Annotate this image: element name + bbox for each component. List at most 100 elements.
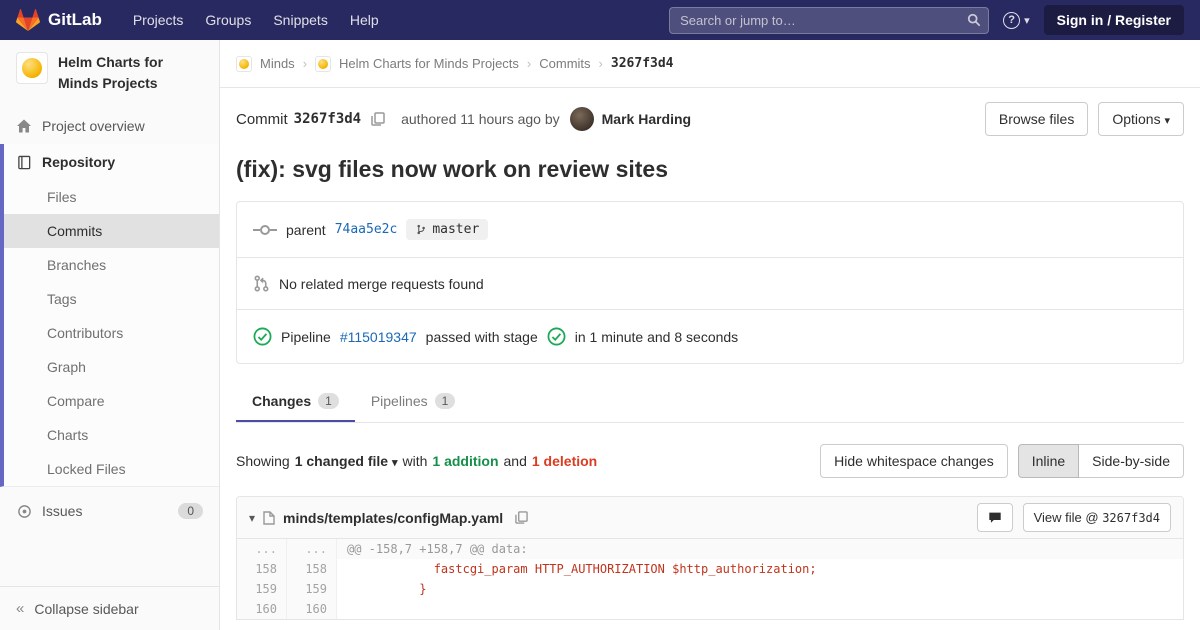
pipeline-row: Pipeline #115019347 passed with stage in… — [237, 310, 1183, 363]
branch-name: master — [432, 222, 480, 237]
commit-title: (fix): svg files now work on review site… — [236, 156, 669, 182]
copy-path-button[interactable] — [511, 509, 532, 526]
new-line-number[interactable]: 158 — [287, 559, 337, 579]
menu-snippets[interactable]: Snippets — [262, 0, 338, 40]
sidebar-item-commits[interactable]: Commits — [4, 214, 219, 248]
issues-icon — [16, 504, 32, 519]
menu-groups[interactable]: Groups — [194, 0, 262, 40]
parent-sha-link[interactable]: 74aa5e2c — [335, 222, 398, 237]
search-icon[interactable] — [967, 13, 981, 30]
author-avatar[interactable] — [569, 107, 594, 131]
copy-sha-button[interactable] — [367, 110, 389, 128]
tab-changes[interactable]: Changes 1 — [236, 380, 355, 422]
diff-line-row: 159 159 } — [237, 579, 1183, 599]
project-avatar-small — [315, 55, 332, 72]
sidebar-item-repository[interactable]: Repository — [4, 144, 219, 180]
pipelines-count-badge: 1 — [434, 393, 456, 409]
gitlab-logo[interactable]: GitLab — [16, 8, 102, 32]
merge-request-row: No related merge requests found — [237, 258, 1183, 310]
sidebar-item-label: Issues — [42, 503, 83, 519]
breadcrumb-group[interactable]: Minds — [260, 56, 295, 71]
collapse-diff-icon[interactable]: ▾ — [249, 511, 255, 525]
additions-count: 1 addition — [432, 453, 499, 469]
diff-filename[interactable]: minds/templates/configMap.yaml — [283, 510, 503, 526]
sidebar-item-locked-files[interactable]: Locked Files — [4, 452, 219, 486]
author-name[interactable]: Mark Harding — [602, 111, 691, 127]
branch-badge[interactable]: master — [406, 219, 489, 240]
search-container — [669, 6, 990, 34]
breadcrumb-commits[interactable]: Commits — [539, 56, 590, 71]
sidebar-item-files[interactable]: Files — [4, 180, 219, 214]
chevron-down-icon: ▾ — [391, 457, 398, 469]
diff-hunk-row: ... ... @@ -158,7 +158,7 @@ data: — [237, 539, 1183, 559]
old-line-number[interactable]: 159 — [237, 579, 287, 599]
main-menu: Projects Groups Snippets Help — [122, 0, 390, 40]
breadcrumb: Minds › Helm Charts for Minds Projects ›… — [220, 40, 1200, 88]
collapse-sidebar-button[interactable]: « Collapse sidebar — [0, 586, 219, 630]
merge-request-icon — [253, 275, 270, 292]
comment-button[interactable] — [976, 503, 1013, 532]
breadcrumb-separator: › — [598, 56, 603, 71]
view-file-button[interactable]: View file @ 3267f3d4 — [1022, 503, 1171, 532]
help-dropdown[interactable]: ? ▾ — [1003, 11, 1030, 29]
commit-label: Commit — [236, 110, 288, 128]
breadcrumb-project[interactable]: Helm Charts for Minds Projects — [339, 56, 519, 71]
inline-view-button[interactable]: Inline — [1017, 444, 1080, 478]
view-file-sha: 3267f3d4 — [1102, 511, 1160, 525]
file-icon — [263, 510, 275, 525]
project-context[interactable]: Helm Charts for Minds Projects — [0, 40, 219, 108]
commit-sha: 3267f3d4 — [293, 111, 362, 127]
old-line-number[interactable]: 158 — [237, 559, 287, 579]
branch-icon — [415, 223, 427, 236]
deletions-count: 1 deletion — [531, 453, 598, 469]
commit-tabs: Changes 1 Pipelines 1 — [236, 380, 1184, 423]
hide-whitespace-button[interactable]: Hide whitespace changes — [820, 444, 1008, 478]
breadcrumb-separator: › — [302, 56, 308, 71]
tanuki-icon — [16, 8, 40, 32]
sign-in-button[interactable]: Sign in / Register — [1043, 5, 1184, 35]
sidebar-item-contributors[interactable]: Contributors — [4, 316, 219, 350]
hunk-old-line: ... — [237, 539, 287, 559]
diff-line-row: 158 158 fastcgi_param HTTP_AUTHORIZATION… — [237, 559, 1183, 579]
old-line-number[interactable]: 160 — [237, 599, 287, 619]
tab-pipelines[interactable]: Pipelines 1 — [355, 380, 472, 422]
comment-icon — [988, 511, 1002, 524]
new-line-number[interactable]: 160 — [287, 599, 337, 619]
project-avatar — [16, 52, 48, 84]
hunk-header: @@ -158,7 +158,7 @@ data: — [337, 539, 1183, 559]
diff-line-row: 160 160 — [237, 599, 1183, 619]
sidebar-item-graph[interactable]: Graph — [4, 350, 219, 384]
double-chevron-left-icon: « — [16, 600, 25, 617]
brand-name: GitLab — [48, 10, 102, 29]
sidebar-item-charts[interactable]: Charts — [4, 418, 219, 452]
sidebar-item-tags[interactable]: Tags — [4, 282, 219, 316]
and-label: and — [503, 453, 527, 469]
changed-files-dropdown[interactable]: 1 changed file ▾ — [295, 453, 398, 469]
issues-count-badge: 0 — [178, 503, 203, 519]
pipeline-status-text: passed with stage — [425, 328, 538, 345]
stage-status-icon[interactable] — [547, 327, 566, 346]
new-line-number[interactable]: 159 — [287, 579, 337, 599]
menu-projects[interactable]: Projects — [122, 0, 195, 40]
code-line — [337, 599, 1183, 619]
parent-label: parent — [286, 221, 326, 238]
home-icon — [16, 118, 32, 134]
sidebar-item-project-overview[interactable]: Project overview — [0, 108, 219, 144]
sidebar-item-compare[interactable]: Compare — [4, 384, 219, 418]
search-input[interactable] — [669, 6, 990, 34]
diff-file: ▾ minds/templates/configMap.yaml View fi… — [236, 496, 1184, 620]
sidebar-item-issues[interactable]: Issues 0 — [0, 493, 219, 529]
project-sidebar: Helm Charts for Minds Projects Project o… — [0, 40, 220, 630]
options-dropdown-button[interactable]: Options ▾ — [1098, 102, 1184, 136]
side-by-side-view-button[interactable]: Side-by-side — [1078, 444, 1184, 478]
no-merge-requests-text: No related merge requests found — [279, 275, 484, 292]
help-icon: ? — [1003, 11, 1021, 29]
collapse-sidebar-label: Collapse sidebar — [34, 600, 139, 617]
diff-table: ... ... @@ -158,7 +158,7 @@ data: 158 15… — [237, 539, 1183, 619]
menu-help[interactable]: Help — [339, 0, 390, 40]
sidebar-item-branches[interactable]: Branches — [4, 248, 219, 282]
browse-files-button[interactable]: Browse files — [984, 102, 1089, 136]
pipeline-status-icon — [253, 327, 272, 346]
pipeline-id-link[interactable]: #115019347 — [340, 329, 417, 345]
sidebar-item-label: Project overview — [42, 118, 145, 134]
